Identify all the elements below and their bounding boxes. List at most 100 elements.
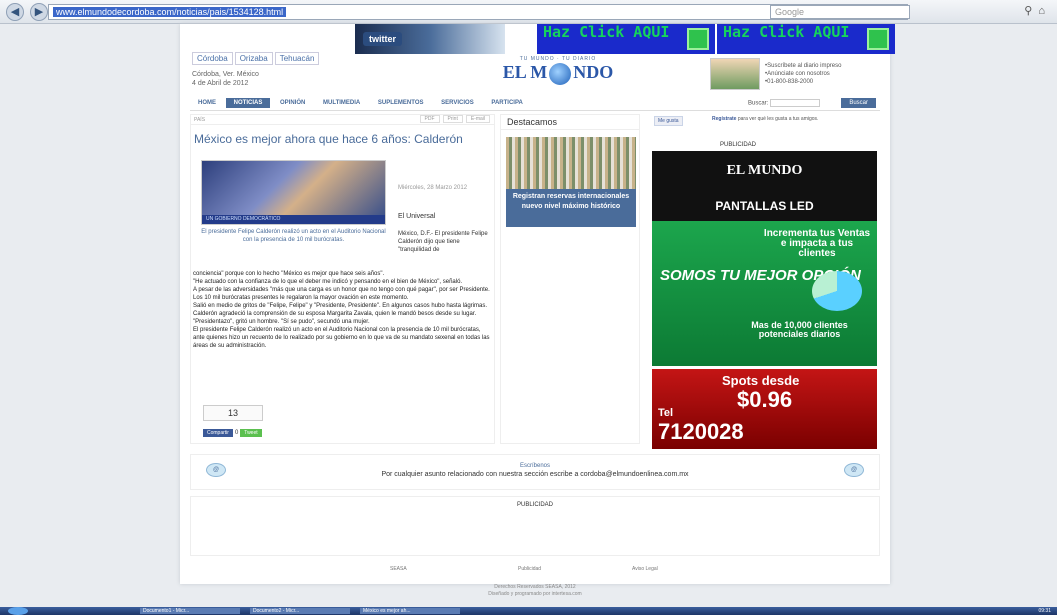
nav-servicios[interactable]: SERVICIOS xyxy=(433,98,482,108)
start-button[interactable] xyxy=(8,607,28,615)
subscription-promo[interactable]: •Suscríbete al diario impreso •Anúnciate… xyxy=(710,58,880,94)
article-lead: México, D.F.- El presidente Felipe Calde… xyxy=(398,231,488,253)
promo-item[interactable]: •Suscríbete al diario impreso xyxy=(765,62,841,70)
location-date: Córdoba, Ver. México 4 de Abril de 2012 xyxy=(192,70,259,88)
site-search: Buscar: xyxy=(748,99,820,107)
spots-text: Spots desde xyxy=(722,373,800,388)
clock: 09:31 xyxy=(1038,608,1051,614)
city-tabs: Córdoba Orizaba Tehuacán xyxy=(192,52,321,65)
hand-icon xyxy=(687,28,709,50)
site-logo[interactable]: TU MUNDO · TU DIARIO EL M NDO xyxy=(498,56,618,96)
facebook-share-button[interactable]: Compartir xyxy=(203,429,233,437)
publicidad-label: PUBLICIDAD xyxy=(720,142,757,148)
pantallas-led-ad[interactable]: EL MUNDO PANTALLAS LED Incrementa tus Ve… xyxy=(652,151,877,366)
twitter-logo: twitter xyxy=(363,32,402,46)
city-tab-tehuacan[interactable]: Tehuacán xyxy=(274,52,320,65)
contact-box: @ Escríbenos Por cualquier asunto relaci… xyxy=(190,454,880,490)
browser-right-icons[interactable]: ⚲⌂ xyxy=(1024,4,1051,17)
nav-home[interactable]: HOME xyxy=(190,98,224,108)
location: Córdoba, Ver. México xyxy=(192,71,259,78)
copyright-text: Derechos Reservados SEASA, 2012 xyxy=(494,584,576,590)
tweet-button[interactable]: Tweet xyxy=(240,429,262,437)
footer-link-seasa[interactable]: SEASA xyxy=(390,566,407,572)
twitter-banner[interactable]: twitter xyxy=(355,24,505,54)
paragraph: Calderón agradeció la comprensión de su … xyxy=(193,311,477,325)
nav-opinion[interactable]: OPINIÓN xyxy=(272,98,313,108)
logo-text-right: NDO xyxy=(573,62,614,82)
haz-click-banner-2[interactable]: Haz Click AQUI xyxy=(717,24,895,54)
promo-item: •01-800-838-2000 xyxy=(765,79,814,85)
article-photo: UN GOBIERNO DEMOCRÁTICO xyxy=(201,160,386,225)
city-tab-cordoba[interactable]: Córdoba xyxy=(192,52,233,65)
featured-caption[interactable]: Registran reservas internacionales nuevo… xyxy=(506,189,636,227)
browser-search-input[interactable]: Google xyxy=(770,5,910,19)
site-search-input[interactable] xyxy=(770,99,820,107)
home-icon[interactable]: ⌂ xyxy=(1038,5,1051,17)
article-toolbar: PAÍS PDF Print E-mail xyxy=(191,115,494,125)
logo-text-left: EL M xyxy=(502,62,548,82)
footer-links: SEASA Publicidad Aviso Legal xyxy=(180,562,890,582)
hand-icon xyxy=(867,28,889,50)
article-source: El Universal xyxy=(398,213,436,220)
tweet-count: 0 xyxy=(234,430,239,436)
article-body: conciencia" porque con lo hecho "México … xyxy=(193,270,493,350)
nav-suplementos[interactable]: SUPLEMENTOS xyxy=(370,98,432,108)
phone-number: 7120028 xyxy=(658,419,744,444)
facebook-like-bar: Me gusta Regístrate para ver qué les gus… xyxy=(650,114,880,132)
article-date: Miércoles, 28 Marzo 2012 xyxy=(398,185,468,191)
spots-price: $0.96 xyxy=(737,387,793,412)
article-headline: México es mejor ahora que hace 6 años: C… xyxy=(194,132,463,146)
taskbar-item[interactable]: Documento1 - Micr... xyxy=(140,608,240,614)
ad-line-1: Incrementa tus Ventas e impacta a tus cl… xyxy=(763,228,871,259)
paragraph: El presidente Felipe Calderón realizó un… xyxy=(193,327,490,349)
featured-title: Destacamos xyxy=(501,115,639,130)
print-button[interactable]: Print xyxy=(442,115,463,123)
paragraph: conciencia" porque con lo hecho "México … xyxy=(193,271,385,277)
photo-banner: UN GOBIERNO DEMOCRÁTICO xyxy=(202,215,385,224)
credits-text[interactable]: Diseñado y programado por intertesa.com xyxy=(180,591,890,598)
globe-icon xyxy=(549,62,572,85)
article: PAÍS PDF Print E-mail México es mejor ahor… xyxy=(190,114,495,444)
register-link[interactable]: Regístrate xyxy=(712,116,736,122)
haz-click-banner-1[interactable]: Haz Click AQUI xyxy=(537,24,715,54)
contact-message[interactable]: Por cualquier asunto relacionado con nue… xyxy=(191,471,879,478)
like-button[interactable]: Me gusta xyxy=(654,116,683,126)
email-button[interactable]: E-mail xyxy=(465,115,490,123)
web-page: twitter Haz Click AQUI Haz Click AQUI Có… xyxy=(180,24,895,584)
main-nav: HOME NOTICIAS OPINIÓN MULTIMEDIA SUPLEME… xyxy=(190,98,880,111)
browser-toolbar: ◀ ▶ www.elmundodecordoba.com/noticias/pa… xyxy=(0,0,1057,24)
ad-line-3: Mas de 10,000 clientes potenciales diari… xyxy=(751,320,848,339)
nav-noticias[interactable]: NOTICIAS xyxy=(225,98,271,108)
ad-subtitle: PANTALLAS LED xyxy=(715,199,814,213)
footer-link-publicidad[interactable]: Publicidad xyxy=(518,566,541,572)
footer-link-aviso-legal[interactable]: Aviso Legal xyxy=(632,566,658,572)
paragraph: "He actuado con la confianza de lo que e… xyxy=(193,279,463,285)
date: 4 de Abril de 2012 xyxy=(192,80,249,87)
facebook-text: Regístrate para ver qué les gusta a tus … xyxy=(712,116,872,122)
email-icon: @ xyxy=(844,463,864,477)
ad-title: EL MUNDO xyxy=(726,163,803,178)
back-button[interactable]: ◀ xyxy=(6,2,24,21)
section-label[interactable]: PAÍS xyxy=(194,117,205,123)
newspaper-thumbnail xyxy=(710,58,760,90)
banner-text: Haz Click AQUI xyxy=(543,23,670,41)
contact-title: Escríbenos xyxy=(519,463,550,469)
nav-multimedia[interactable]: MULTIMEDIA xyxy=(315,98,368,108)
banner-text: Haz Click AQUI xyxy=(723,23,850,41)
sidebar: Me gusta Regístrate para ver qué les gus… xyxy=(650,114,880,449)
forward-button[interactable]: ▶ xyxy=(30,2,48,21)
search-button[interactable]: Buscar xyxy=(841,98,876,108)
spots-ad[interactable]: Spots desde $0.96 Tel 7120028 xyxy=(652,369,877,449)
publicidad-label: PUBLICIDAD xyxy=(516,502,553,508)
city-tab-orizaba[interactable]: Orizaba xyxy=(234,52,273,65)
share-box: 13 Compartir 0 Tweet xyxy=(203,405,263,439)
nav-participa[interactable]: PARTICIPA xyxy=(483,98,530,108)
featured-image[interactable] xyxy=(506,137,636,189)
pdf-button[interactable]: PDF xyxy=(419,115,440,123)
photo-caption: El presidente Felipe Calderón realizó un… xyxy=(201,229,386,243)
search-icon[interactable]: ⚲ xyxy=(1024,5,1038,17)
paragraph: A pesar de las adversidades "más que una… xyxy=(193,287,490,301)
taskbar-item[interactable]: Documento2 - Micr... xyxy=(250,608,350,614)
promo-item[interactable]: •Anúnciate con nosotros xyxy=(765,70,841,78)
taskbar-item[interactable]: México es mejor ah... xyxy=(360,608,460,614)
